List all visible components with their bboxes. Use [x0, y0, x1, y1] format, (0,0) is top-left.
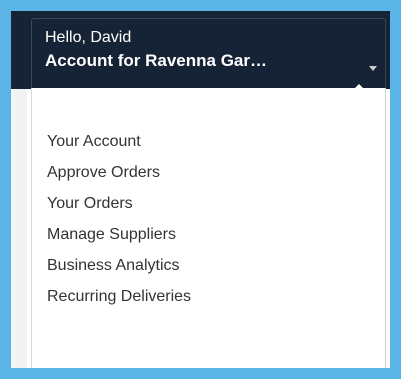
menu-item-recurring-deliveries[interactable]: Recurring Deliveries [47, 281, 191, 312]
menu-item-your-account[interactable]: Your Account [47, 126, 191, 157]
page-background-strip [11, 89, 27, 368]
account-dropdown-menu: Your Account Approve Orders Your Orders … [31, 88, 386, 368]
account-dropdown-frame: Hello, David Account for Ravenna Gar… Yo… [11, 11, 390, 368]
menu-list: Your Account Approve Orders Your Orders … [47, 126, 191, 312]
menu-item-your-orders[interactable]: Your Orders [47, 188, 191, 219]
caret-down-icon [369, 66, 377, 71]
account-menu-trigger[interactable]: Hello, David Account for Ravenna Gar… [31, 18, 386, 94]
menu-item-manage-suppliers[interactable]: Manage Suppliers [47, 219, 191, 250]
greeting-text: Hello, David [45, 29, 132, 46]
account-name-label: Account for Ravenna Gar… [45, 51, 267, 70]
menu-item-approve-orders[interactable]: Approve Orders [47, 157, 191, 188]
menu-item-business-analytics[interactable]: Business Analytics [47, 250, 191, 281]
